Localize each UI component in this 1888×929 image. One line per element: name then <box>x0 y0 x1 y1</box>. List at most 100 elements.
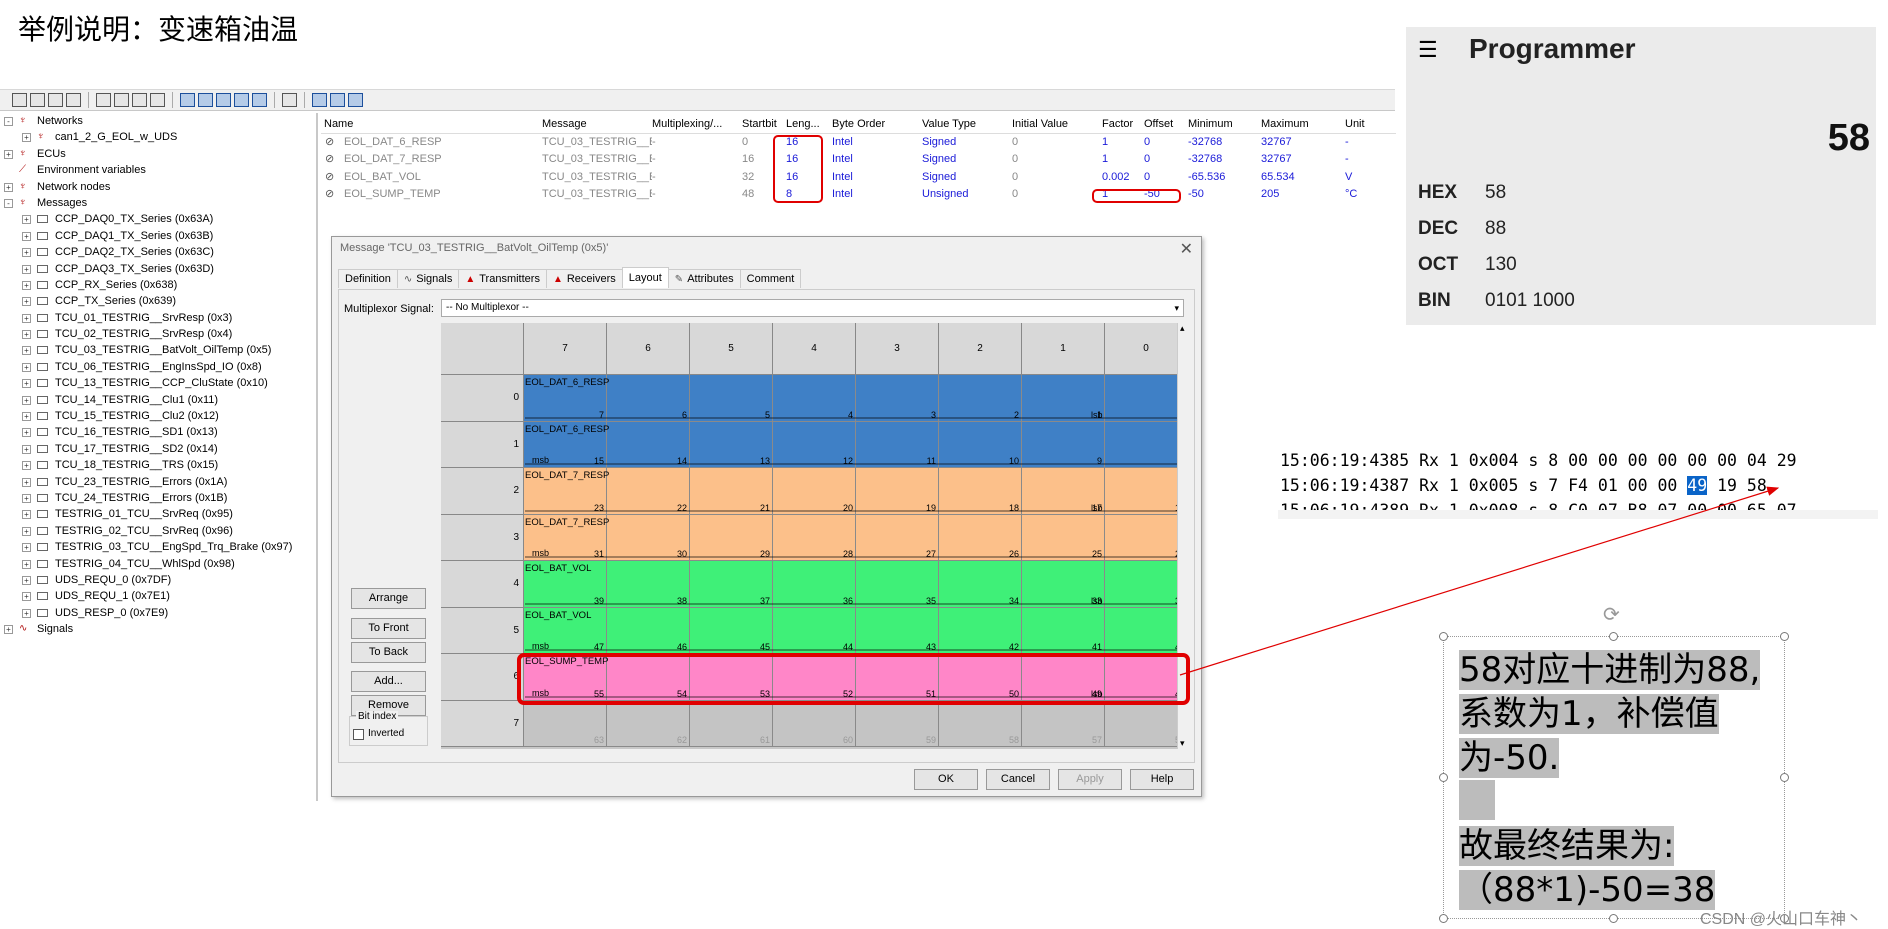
tab-layout[interactable]: Layout <box>621 267 669 288</box>
column-header[interactable]: Minimum <box>1188 114 1258 134</box>
expand-toggle-icon[interactable]: + <box>22 395 31 405</box>
tab-attributes[interactable]: ✎ Attributes <box>667 269 741 288</box>
bit-cell[interactable]: 2 <box>939 375 1022 422</box>
expand-toggle-icon[interactable]: + <box>22 379 31 389</box>
column-header[interactable]: Message <box>542 114 652 134</box>
bit-cell[interactable]: 1 lsb <box>1022 375 1105 422</box>
inverted-checkbox[interactable] <box>353 729 364 740</box>
bit-cell[interactable]: 9 <box>1022 421 1105 468</box>
column-header[interactable]: Value Type <box>922 114 1012 134</box>
apply-button[interactable]: Apply <box>1058 769 1122 790</box>
radix-row[interactable]: OCT 130 <box>1418 254 1858 290</box>
bit-cell[interactable]: 6 <box>607 375 690 422</box>
open-icon[interactable] <box>12 93 27 107</box>
bit-cell[interactable]: 19 <box>856 468 939 515</box>
bit-cell[interactable]: 57 <box>1022 700 1105 747</box>
to-front-button[interactable]: To Front <box>351 618 426 639</box>
expand-toggle-icon[interactable]: + <box>22 608 31 618</box>
cancel-button[interactable]: Cancel <box>986 769 1050 790</box>
tree-item[interactable]: + TCU_24_TESTRIG__Errors (0x1B) <box>4 490 316 506</box>
bit-cell[interactable]: 42 <box>939 607 1022 654</box>
tree-item[interactable]: + CCP_DAQ0_TX_Series (0x63A) <box>4 211 316 227</box>
bit-cell[interactable]: 45 <box>690 607 773 654</box>
bit-cell[interactable]: 33 lsb <box>1022 561 1105 608</box>
add-button[interactable]: Add... <box>351 671 426 692</box>
expand-toggle-icon[interactable]: + <box>22 412 31 422</box>
table-row[interactable]: EOL_DAT_6_RESPTCU_03_TESTRIG__B...-016In… <box>321 134 1396 151</box>
expand-toggle-icon[interactable]: + <box>22 313 31 323</box>
resize-handle[interactable] <box>1439 914 1448 923</box>
expand-toggle-icon[interactable]: + <box>22 444 31 454</box>
tree-item[interactable]: + ♆ ECUs <box>4 146 316 162</box>
multiplexor-select[interactable]: -- No Multiplexor -- ▾ <box>441 299 1184 317</box>
close-icon[interactable]: ✕ <box>1180 239 1193 259</box>
expand-toggle-icon[interactable]: + <box>22 477 31 487</box>
scroll-up-icon[interactable]: ▴ <box>1180 323 1185 334</box>
save-icon[interactable] <box>30 93 45 107</box>
arrange-button[interactable]: Arrange <box>351 588 426 609</box>
bit-cell[interactable]: 56 <box>1105 700 1188 747</box>
bit-cell[interactable]: 34 <box>939 561 1022 608</box>
tree-item[interactable]: + UDS_REQU_1 (0x7E1) <box>4 588 316 604</box>
bit-cell[interactable]: 13 <box>690 421 773 468</box>
tab-transmitters[interactable]: ▲ Transmitters <box>458 269 547 288</box>
table-view-icon[interactable] <box>198 93 213 107</box>
tree-item[interactable]: + TESTRIG_02_TCU__SrvReq (0x96) <box>4 523 316 539</box>
bit-cell[interactable]: 21 <box>690 468 773 515</box>
expand-toggle-icon[interactable]: + <box>4 182 13 192</box>
table-row[interactable]: EOL_BAT_VOLTCU_03_TESTRIG__B...-3216Inte… <box>321 169 1396 186</box>
table-view-icon[interactable] <box>252 93 267 107</box>
ok-button[interactable]: OK <box>914 769 978 790</box>
tree-item[interactable]: - ♆ Networks <box>4 113 316 129</box>
table-view-icon[interactable] <box>216 93 231 107</box>
column-header[interactable]: Byte Order <box>832 114 916 134</box>
rotate-handle-icon[interactable]: ⟳ <box>1603 602 1620 627</box>
resize-handle[interactable] <box>1609 914 1618 923</box>
bit-cell[interactable]: 58 <box>939 700 1022 747</box>
bit-cell[interactable]: 40 <box>1105 607 1188 654</box>
resize-handle[interactable] <box>1439 632 1448 641</box>
tree-item[interactable]: + TCU_16_TESTRIG__SD1 (0x13) <box>4 424 316 440</box>
column-header[interactable]: Name <box>324 114 489 134</box>
expand-toggle-icon[interactable]: + <box>22 231 31 241</box>
tree-item[interactable]: + CCP_DAQ2_TX_Series (0x63C) <box>4 244 316 260</box>
filter-icon[interactable] <box>150 93 165 107</box>
grid-icon[interactable] <box>114 93 129 107</box>
radix-row[interactable]: BIN 0101 1000 <box>1418 290 1858 326</box>
build-icon[interactable] <box>132 93 147 107</box>
column-header[interactable]: Maximum <box>1261 114 1341 134</box>
column-header[interactable]: Unit <box>1345 114 1385 134</box>
bit-cell[interactable]: 38 <box>607 561 690 608</box>
table-view-icon[interactable] <box>180 93 195 107</box>
bit-cell[interactable]: 10 <box>939 421 1022 468</box>
tree-item[interactable]: + ♆ can1_2_G_EOL_w_UDS <box>4 129 316 145</box>
tree-item[interactable]: + TCU_13_TESTRIG__CCP_CluState (0x10) <box>4 375 316 391</box>
tree-item[interactable]: + TCU_15_TESTRIG__Clu2 (0x12) <box>4 408 316 424</box>
bit-cell[interactable]: 26 <box>939 514 1022 561</box>
expand-toggle-icon[interactable]: + <box>22 493 31 503</box>
table-row[interactable]: EOL_SUMP_TEMPTCU_03_TESTRIG__B...-488Int… <box>321 186 1396 203</box>
expand-toggle-icon[interactable]: + <box>22 592 31 602</box>
bit-cell[interactable]: 30 <box>607 514 690 561</box>
expand-toggle-icon[interactable]: + <box>22 526 31 536</box>
table-view-icon[interactable] <box>234 93 249 107</box>
bit-cell[interactable]: 35 <box>856 561 939 608</box>
tree-item[interactable]: + TCU_02_TESTRIG__SrvResp (0x4) <box>4 326 316 342</box>
tree-item[interactable]: + ∿ Signals <box>4 621 316 637</box>
expand-toggle-icon[interactable]: + <box>22 264 31 274</box>
expand-toggle-icon[interactable]: + <box>4 625 13 635</box>
tree-item[interactable]: + UDS_REQU_0 (0x7DF) <box>4 572 316 588</box>
tree-item[interactable]: + TCU_01_TESTRIG__SrvResp (0x3) <box>4 310 316 326</box>
tree-item[interactable]: + TCU_17_TESTRIG__SD2 (0x14) <box>4 441 316 457</box>
tree-item[interactable]: + CCP_DAQ3_TX_Series (0x63D) <box>4 261 316 277</box>
bit-cell[interactable]: 24 <box>1105 514 1188 561</box>
expand-toggle-icon[interactable]: + <box>22 280 31 290</box>
bit-cell[interactable]: 63 <box>524 700 607 747</box>
bit-cell[interactable]: 18 <box>939 468 1022 515</box>
bit-cell[interactable]: 16 <box>1105 468 1188 515</box>
bit-cell[interactable]: 59 <box>856 700 939 747</box>
bit-cell[interactable]: 0 <box>1105 375 1188 422</box>
resize-handle[interactable] <box>1780 632 1789 641</box>
tree-item[interactable]: + TCU_03_TESTRIG__BatVolt_OilTemp (0x5) <box>4 342 316 358</box>
new-network-icon[interactable] <box>96 93 111 107</box>
